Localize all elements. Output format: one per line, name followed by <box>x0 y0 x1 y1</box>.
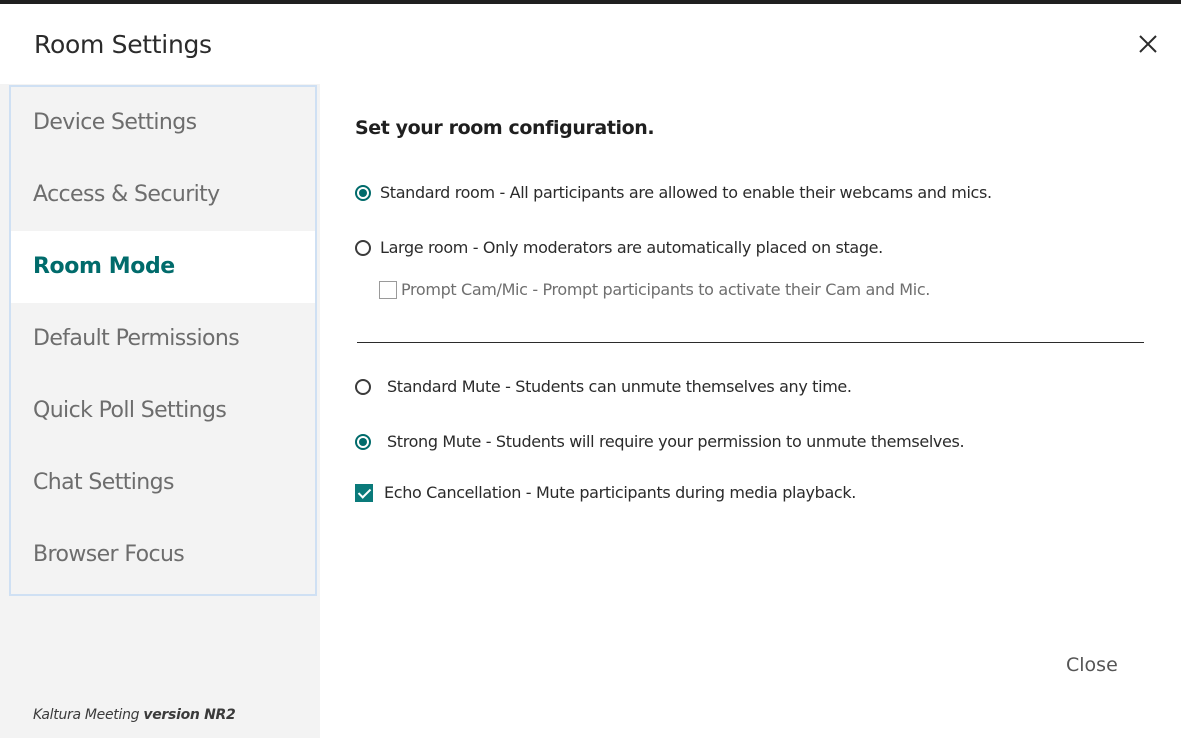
version-prefix: Kaltura Meeting <box>33 707 140 723</box>
large-room-label: Large room - Only moderators are automat… <box>380 238 883 257</box>
echo-cancellation-checkbox[interactable] <box>355 483 373 502</box>
close-button[interactable]: Close <box>1066 654 1118 676</box>
version-label: Kaltura Meeting version NR2 <box>33 707 236 723</box>
sidebar-item-browser-focus[interactable]: Browser Focus <box>11 519 315 591</box>
large-room-option[interactable]: Large room - Only moderators are automat… <box>355 238 883 257</box>
top-border <box>0 0 1181 4</box>
sidebar-nav: Device Settings Access & Security Room M… <box>9 85 317 596</box>
standard-room-label: Standard room - All participants are all… <box>380 183 992 202</box>
standard-mute-radio[interactable] <box>355 378 371 395</box>
strong-mute-label: Strong Mute - Students will require your… <box>387 432 965 451</box>
standard-room-radio[interactable] <box>355 184 371 201</box>
close-icon[interactable] <box>1134 30 1162 58</box>
version-value: version NR2 <box>143 707 236 723</box>
section-divider <box>357 342 1144 343</box>
prompt-cam-mic-checkbox[interactable] <box>379 280 397 299</box>
standard-mute-option[interactable]: Standard Mute - Students can unmute them… <box>355 377 852 396</box>
sidebar-item-quick-poll-settings[interactable]: Quick Poll Settings <box>11 375 315 447</box>
large-room-radio[interactable] <box>355 239 371 256</box>
standard-room-option[interactable]: Standard room - All participants are all… <box>355 183 992 202</box>
prompt-cam-mic-label: Prompt Cam/Mic - Prompt participants to … <box>401 280 931 299</box>
section-heading: Set your room configuration. <box>355 117 655 139</box>
strong-mute-radio[interactable] <box>355 433 371 450</box>
prompt-cam-mic-option[interactable]: Prompt Cam/Mic - Prompt participants to … <box>379 280 930 299</box>
sidebar-item-access-security[interactable]: Access & Security <box>11 159 315 231</box>
standard-mute-label: Standard Mute - Students can unmute them… <box>387 377 852 396</box>
strong-mute-option[interactable]: Strong Mute - Students will require your… <box>355 432 965 451</box>
echo-cancellation-option[interactable]: Echo Cancellation - Mute participants du… <box>355 483 856 502</box>
sidebar-item-default-permissions[interactable]: Default Permissions <box>11 303 315 375</box>
sidebar-item-room-mode[interactable]: Room Mode <box>11 231 315 303</box>
sidebar-item-chat-settings[interactable]: Chat Settings <box>11 447 315 519</box>
dialog-title: Room Settings <box>34 30 212 59</box>
echo-cancellation-label: Echo Cancellation - Mute participants du… <box>384 483 857 502</box>
sidebar-item-device-settings[interactable]: Device Settings <box>11 87 315 159</box>
